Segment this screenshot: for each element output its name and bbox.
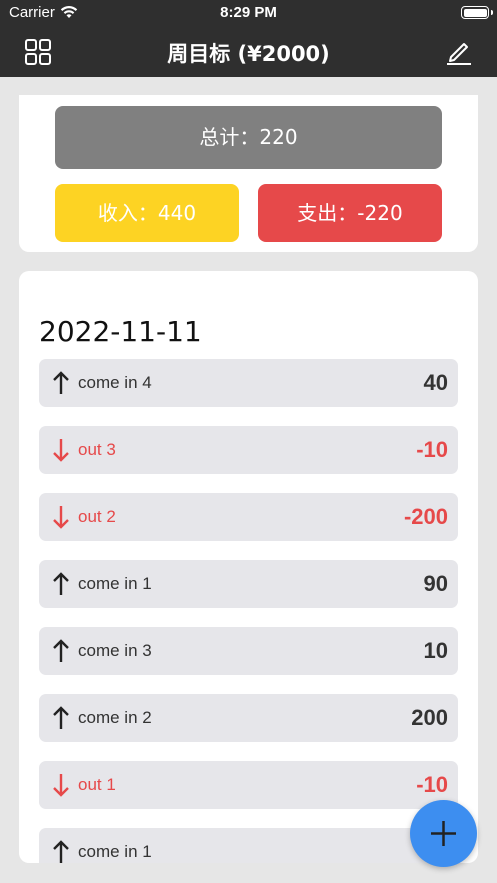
item-amount: 40 [423, 370, 448, 395]
item-label: out 3 [78, 440, 116, 459]
item-label: come in 3 [78, 641, 152, 660]
item-amount: 10 [423, 638, 448, 663]
arrow-down-icon [53, 506, 69, 529]
list-item[interactable]: out 3 -10 [39, 426, 458, 474]
income-summary: 收入：440 [55, 184, 239, 242]
list-item[interactable]: come in 110 [39, 828, 458, 863]
plus-icon [431, 821, 456, 846]
item-amount: -200 [403, 504, 448, 529]
list-item[interactable]: come in 3 10 [39, 627, 458, 675]
list-item[interactable]: out 2 -200 [39, 493, 458, 541]
pencil-icon[interactable] [445, 36, 473, 66]
expense-summary: 支出：-220 [258, 184, 442, 242]
list-item[interactable]: come in 4 40 [39, 359, 458, 407]
battery-icon [461, 6, 489, 19]
page-title: 周目标 (¥2000) [167, 42, 330, 66]
item-amount: -10 [416, 437, 448, 462]
list-item[interactable]: come in 2 200 [39, 694, 458, 742]
list-item[interactable]: come in 1 90 [39, 560, 458, 608]
nav-bar: 周目标 (¥2000) [0, 26, 497, 77]
item-label: come in 2 [78, 708, 152, 727]
add-button[interactable] [410, 800, 477, 867]
summary-card: 总计：220 收入：440 支出：-220 [19, 95, 478, 252]
arrow-down-icon [53, 439, 69, 462]
list-item[interactable]: out 1 -10 [39, 761, 458, 809]
arrow-up-icon [53, 371, 69, 394]
arrow-up-icon [53, 706, 69, 729]
item-label: come in 1 [78, 574, 152, 593]
status-bar: Carrier 8:29 PM [0, 0, 497, 26]
item-label: out 1 [78, 775, 116, 794]
status-time: 8:29 PM [220, 4, 277, 21]
item-label: out 2 [78, 507, 116, 526]
total-summary: 总计：220 [55, 106, 442, 169]
arrow-up-icon [53, 572, 69, 595]
item-label: come in 1 [78, 842, 152, 861]
arrow-down-icon [53, 774, 69, 797]
item-amount: 200 [411, 705, 448, 730]
item-amount: -10 [416, 772, 448, 797]
transactions-card: 2022-11-11 come in 4 40 out 3 -10 out 2 -200 c… [19, 271, 478, 863]
item-amount: 90 [423, 571, 448, 596]
arrow-up-icon [53, 840, 69, 863]
item-label: come in 4 [78, 373, 152, 392]
date-heading: 2022-11-11 [39, 315, 202, 348]
arrow-up-icon [53, 639, 69, 662]
